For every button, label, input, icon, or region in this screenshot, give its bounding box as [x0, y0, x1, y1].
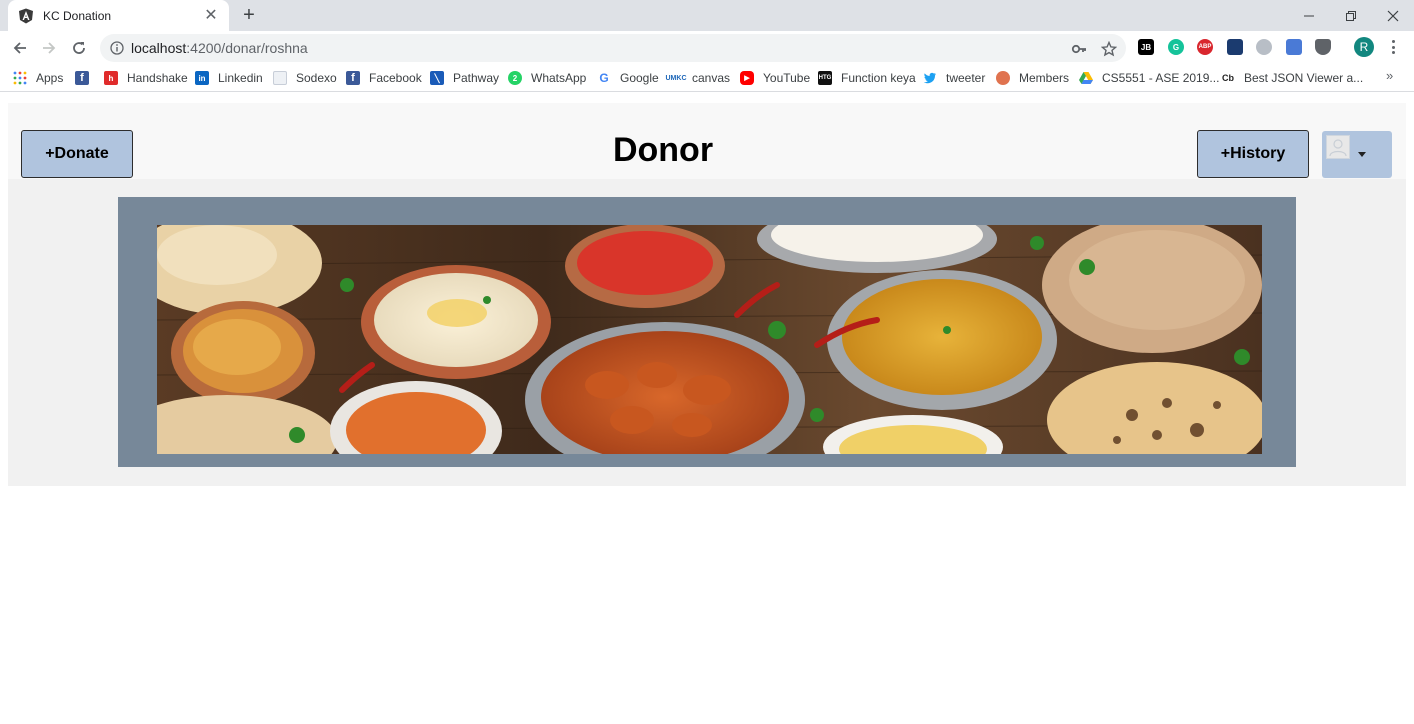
new-tab-button[interactable]: +: [238, 5, 260, 26]
minimize-button[interactable]: [1288, 0, 1330, 31]
chevron-down-icon: [1358, 152, 1366, 157]
bookmark-label: Facebook: [369, 71, 422, 85]
bookmark-tweeter[interactable]: tweeter: [923, 70, 985, 86]
shield-extension-icon[interactable]: [1315, 39, 1331, 55]
cb-label: Cb: [1222, 73, 1234, 83]
jetbrains-extension-icon[interactable]: JB: [1138, 39, 1154, 55]
url-text: localhost:4200/donar/roshna: [131, 40, 308, 56]
bookmark-linkedin[interactable]: in Linkedin: [195, 70, 263, 86]
grammarly-extension-icon[interactable]: G: [1168, 39, 1184, 55]
bookmark-function-keya[interactable]: HTG Function keya: [818, 70, 916, 86]
youtube-icon: ▶: [740, 71, 754, 85]
bookmark-label: Best JSON Viewer a...: [1244, 71, 1364, 85]
umkc-icon: UMKC: [665, 74, 687, 82]
key-icon[interactable]: [1071, 41, 1087, 57]
google-drive-icon: [1079, 71, 1093, 85]
members-icon: [996, 71, 1010, 85]
bookmark-whatsapp[interactable]: 2 WhatsApp: [508, 70, 586, 86]
bookmark-label: Pathway: [453, 71, 500, 85]
page-content: +Donate Donor +History: [0, 93, 1414, 724]
bookmark-label: Sodexo: [296, 71, 337, 85]
angular-icon: [18, 8, 34, 24]
profile-initial: R: [1359, 40, 1369, 54]
close-window-button[interactable]: [1372, 0, 1414, 31]
address-bar[interactable]: localhost:4200/donar/roshna: [100, 34, 1126, 62]
facebook-icon: f: [75, 71, 89, 85]
bookmark-cs5551[interactable]: CS5551 - ASE 2019...: [1079, 70, 1219, 86]
bookmark-label: Apps: [36, 71, 64, 85]
bookmark-label: Function keya: [841, 71, 916, 85]
browser-tab[interactable]: KC Donation ✕: [8, 0, 229, 31]
bookmark-label: Google: [620, 71, 659, 85]
browser-tabstrip: KC Donation ✕ +: [0, 0, 1414, 31]
forward-icon[interactable]: [37, 36, 61, 60]
user-avatar-icon: [1326, 135, 1350, 159]
bookmark-youtube[interactable]: ▶ YouTube: [740, 70, 810, 86]
gear-extension-icon[interactable]: [1256, 39, 1272, 55]
bookmark-label: CS5551 - ASE 2019...: [1102, 71, 1220, 85]
sodexo-icon: [273, 71, 287, 85]
info-icon[interactable]: [110, 41, 124, 55]
bookmark-pathway[interactable]: ╲ Pathway: [430, 70, 499, 86]
handshake-icon: h: [104, 71, 118, 85]
bookmark-handshake[interactable]: h Handshake: [104, 70, 188, 86]
abp-label: ABP: [1198, 44, 1212, 50]
donor-panel: +Donate Donor +History: [8, 103, 1406, 486]
bookmark-members[interactable]: Members: [996, 70, 1069, 86]
bookmark-apps[interactable]: Apps: [13, 70, 63, 86]
bookmark-json-viewer[interactable]: Cb Best JSON Viewer a...: [1221, 70, 1363, 86]
bookmark-canvas[interactable]: UMKC canvas: [665, 70, 731, 86]
profile-avatar[interactable]: R: [1354, 37, 1374, 57]
jb-label: JB: [1140, 42, 1152, 52]
bookmark-label: Linkedin: [218, 71, 263, 85]
bookmark-sodexo[interactable]: Sodexo: [273, 70, 337, 86]
bookmark-google[interactable]: G Google: [597, 70, 659, 86]
back-icon[interactable]: [8, 36, 32, 60]
user-menu-dropdown[interactable]: [1322, 131, 1392, 178]
camera-extension-icon[interactable]: [1286, 39, 1302, 55]
browser-menu-icon[interactable]: [1386, 38, 1400, 56]
url-host: localhost: [131, 40, 187, 56]
bookmark-facebook[interactable]: f Facebook: [346, 70, 422, 86]
food-banner: [118, 197, 1296, 467]
bookmark-facebook-icon-only[interactable]: f: [75, 70, 98, 86]
bookmark-label: tweeter: [946, 71, 986, 85]
htg-icon: HTG: [818, 71, 832, 85]
bookmark-label: WhatsApp: [531, 71, 587, 85]
restore-button[interactable]: [1330, 0, 1372, 31]
tab-title: KC Donation: [43, 8, 112, 23]
htg-label: HTG: [818, 75, 832, 81]
bookmarks-bar: Apps f h Handshake in Linkedin Sodexo f …: [0, 64, 1414, 92]
page-title: Donor: [612, 131, 714, 169]
facebook-icon: f: [346, 71, 360, 85]
twitter-icon: [923, 71, 937, 85]
bookmarks-overflow-icon[interactable]: »: [1386, 68, 1393, 83]
google-icon: G: [599, 71, 609, 85]
grammarly-label: G: [1172, 42, 1180, 52]
whatsapp-icon: 2: [508, 71, 522, 85]
bookmark-label: YouTube: [763, 71, 811, 85]
adblock-plus-extension-icon[interactable]: ABP: [1197, 39, 1213, 55]
linkedin-icon: in: [195, 71, 209, 85]
apps-grid-icon: [13, 71, 27, 85]
clipper-extension-icon[interactable]: [1227, 39, 1243, 55]
star-icon[interactable]: [1101, 41, 1117, 57]
url-path: :4200/donar/roshna: [186, 40, 308, 56]
donor-header: +Donate Donor +History: [8, 103, 1406, 179]
history-button[interactable]: +History: [1197, 130, 1309, 178]
reload-icon[interactable]: [67, 36, 91, 60]
pathway-icon: ╲: [430, 71, 444, 85]
codebeautify-icon: Cb: [1221, 71, 1235, 85]
bookmark-label: canvas: [692, 71, 731, 85]
food-image: [157, 225, 1262, 454]
bookmark-label: Members: [1019, 71, 1070, 85]
close-tab-icon[interactable]: ✕: [203, 7, 219, 24]
bookmark-label: Handshake: [127, 71, 188, 85]
